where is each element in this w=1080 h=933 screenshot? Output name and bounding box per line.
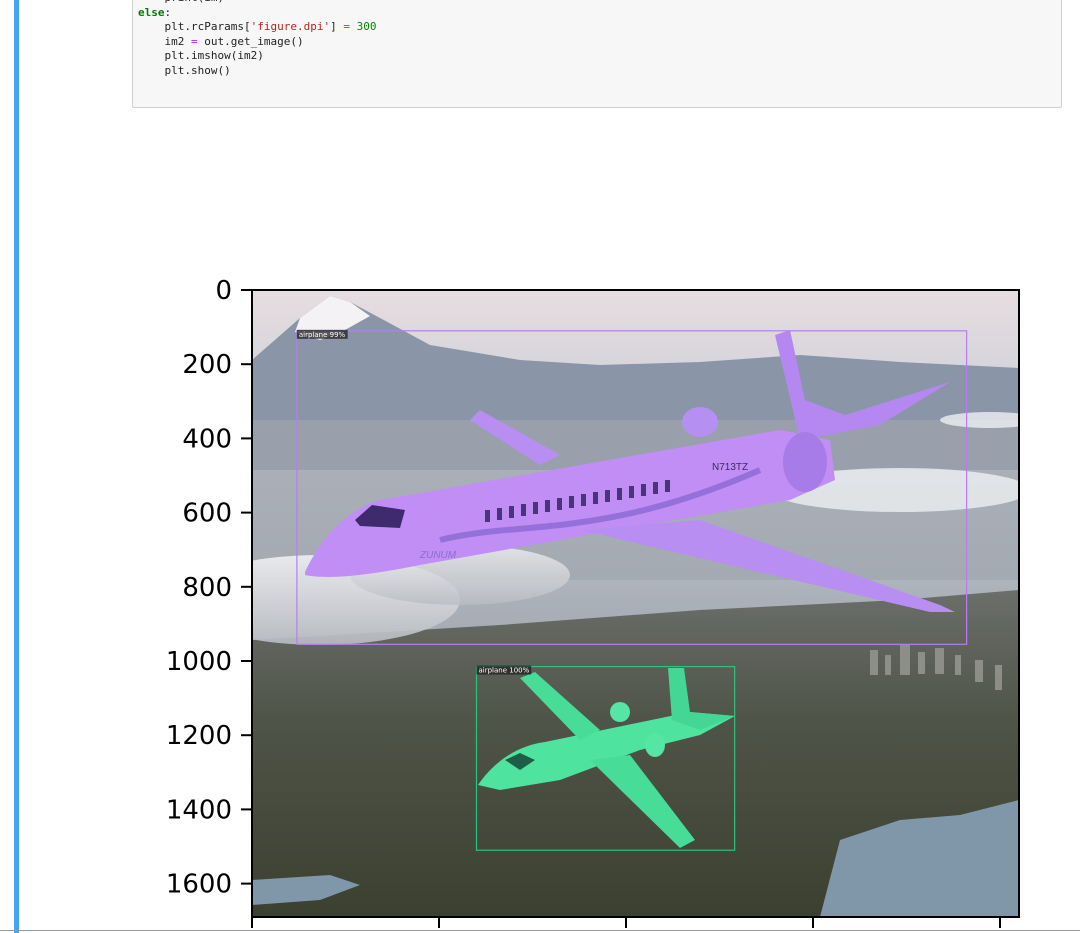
photo-content: N713TZ ZUNUM airplane 99% airplane 100% xyxy=(252,290,1019,917)
y-tick-label: 600 xyxy=(182,499,232,529)
y-tick-label: 200 xyxy=(182,350,232,380)
y-tick-label: 800 xyxy=(182,573,232,603)
y-tick-label: 1000 xyxy=(166,647,232,677)
y-tick-label: 1600 xyxy=(166,870,232,900)
tail-number: N713TZ xyxy=(712,462,748,473)
y-axis: 0 200 400 600 800 1000 1200 1400 1600 xyxy=(166,276,252,900)
y-tick-label: 1200 xyxy=(166,721,232,751)
y-tick-label: 400 xyxy=(182,424,232,454)
detection-label: airplane 99% xyxy=(299,331,346,339)
x-axis-ticks xyxy=(251,917,1001,928)
brand-text: ZUNUM xyxy=(419,550,457,561)
detection-label: airplane 100% xyxy=(478,667,529,675)
y-tick-label: 1400 xyxy=(166,795,232,825)
y-tick-label: 0 xyxy=(215,276,232,306)
matplotlib-output: N713TZ ZUNUM airplane 99% airplane 100% 0… xyxy=(166,276,1020,928)
viewport-edge xyxy=(0,930,1080,931)
